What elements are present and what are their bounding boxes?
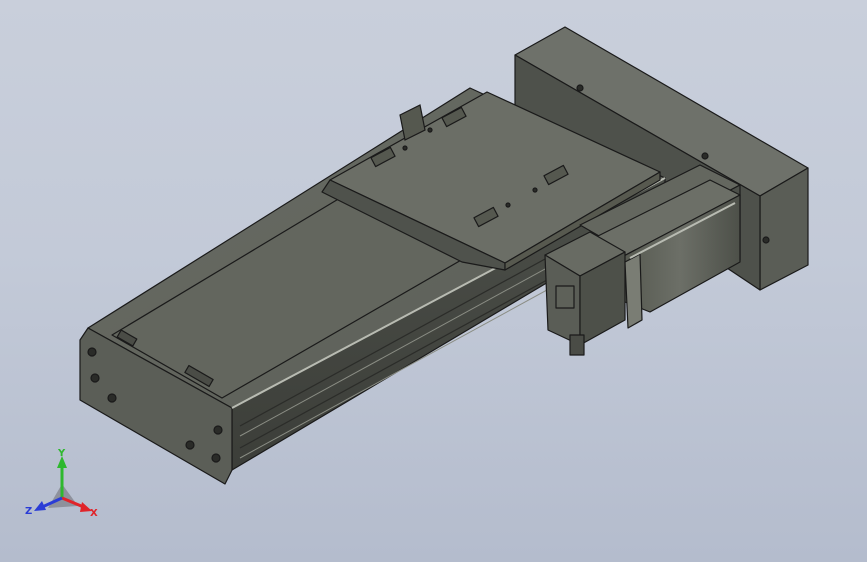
- graphics-viewport[interactable]: Y X Z: [0, 0, 867, 562]
- z-label: Z: [25, 506, 32, 517]
- linear-actuator-model[interactable]: [0, 0, 867, 562]
- x-label: X: [90, 508, 98, 519]
- z-arrow-icon: [34, 501, 46, 511]
- coordinate-triad: Y X Z: [25, 448, 98, 519]
- y-label: Y: [57, 448, 66, 459]
